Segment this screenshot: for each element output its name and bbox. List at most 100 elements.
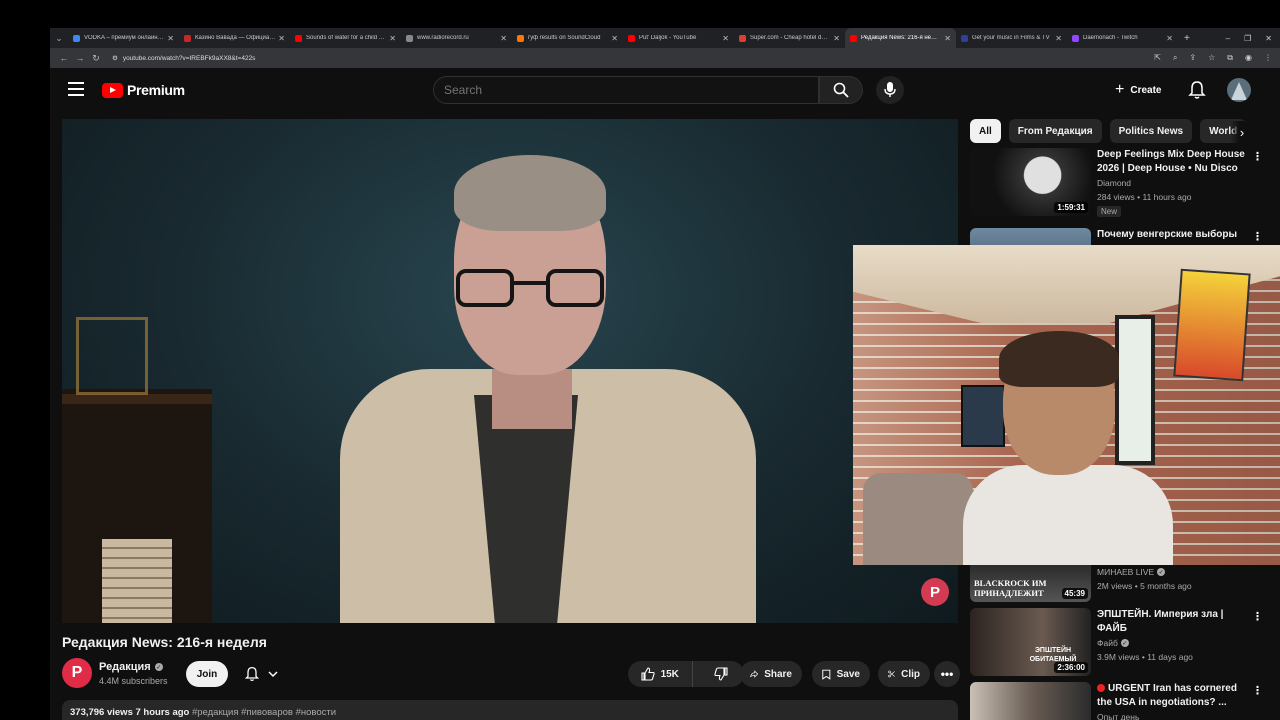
rec-meta: 2M views • 5 months ago xyxy=(1097,581,1192,591)
tab-favicon-icon xyxy=(184,34,191,42)
tab-close-icon[interactable]: ✕ xyxy=(1055,34,1062,43)
forward-icon[interactable]: → xyxy=(72,53,88,63)
browser-tab[interactable]: Редакция News: 216-я не… ✕ xyxy=(845,28,956,48)
rec-thumbnail[interactable]: 1:59:31 xyxy=(970,148,1091,216)
tab-close-icon[interactable]: ✕ xyxy=(833,34,840,43)
filter-chip[interactable]: All xyxy=(970,119,1001,143)
rec-title[interactable]: Deep Feelings Mix Deep House 2026 | Deep… xyxy=(1097,148,1245,176)
recommendation-item[interactable]: ЭПШТЕЙН ОБИТАЕМЫЙ 2:36:00 ЭПШТЕЙН. Импер… xyxy=(970,608,1270,680)
tab-close-icon[interactable]: ✕ xyxy=(1166,34,1173,43)
filter-chip[interactable]: Politics News xyxy=(1109,119,1193,143)
scissors-icon xyxy=(888,670,895,678)
clip-button[interactable]: Clip xyxy=(878,661,930,687)
decor-cube xyxy=(76,317,148,395)
guide-menu-icon[interactable] xyxy=(68,82,84,96)
rec-more-icon[interactable]: ⋮ xyxy=(1252,150,1263,163)
video-player[interactable]: P xyxy=(62,119,958,623)
video-title: Редакция News: 216-я неделя xyxy=(62,634,267,650)
minimize-icon[interactable]: – xyxy=(1226,34,1230,43)
account-avatar[interactable] xyxy=(1227,78,1251,102)
notifications-bell-icon[interactable] xyxy=(1188,80,1206,100)
voice-search-button[interactable] xyxy=(876,76,904,104)
rec-channel[interactable]: Diamond xyxy=(1097,178,1131,188)
tab-close-icon[interactable]: ✕ xyxy=(722,34,729,43)
search-button[interactable] xyxy=(819,76,863,104)
browser-tab[interactable]: гуф results on SoundCloud ✕ xyxy=(512,28,623,48)
rec-title[interactable]: ЭПШТЕЙН. Империя зла | ФАЙБ xyxy=(1097,608,1245,636)
dislike-button[interactable] xyxy=(699,661,745,687)
browser-tab[interactable]: Sounds of water for a child to… ✕ xyxy=(290,28,401,48)
hashtags[interactable]: #редакция #пивоваров #новости xyxy=(192,707,336,718)
rec-channel[interactable]: Файб ✓ xyxy=(1097,638,1129,648)
tab-close-icon[interactable]: ✕ xyxy=(167,34,174,43)
share-page-icon[interactable]: ⇪ xyxy=(1189,53,1196,63)
subscription-bell-button[interactable] xyxy=(236,661,286,687)
browser-tab[interactable]: Get your music in Films & TV ✕ xyxy=(956,28,1067,48)
open-in-app-icon[interactable]: ⇱ xyxy=(1154,53,1161,63)
create-button[interactable]: + Create xyxy=(1107,77,1169,103)
back-icon[interactable]: ← xyxy=(56,53,72,63)
channel-name[interactable]: Редакция ✓ xyxy=(99,661,163,673)
profile-icon[interactable]: ◉ xyxy=(1245,53,1252,63)
search-input[interactable] xyxy=(433,76,819,104)
masthead: Premium + Create xyxy=(50,68,1280,112)
maximize-icon[interactable]: ❐ xyxy=(1244,34,1251,43)
browser-tab[interactable]: Казино Вавада — Официаль… ✕ xyxy=(179,28,290,48)
tab-search-icon[interactable]: ⌄ xyxy=(50,28,68,48)
save-button[interactable]: Save xyxy=(812,661,870,687)
new-tab-icon[interactable]: + xyxy=(1184,33,1190,44)
browser-tab[interactable]: Daemonach - Twitch ✕ xyxy=(1067,28,1178,48)
bookmark-icon xyxy=(822,669,831,680)
rec-channel[interactable]: МИНАЕВ LIVE ✓ xyxy=(1097,567,1166,577)
rec-title[interactable]: URGENT Iran has cornered the USA in nego… xyxy=(1097,682,1245,710)
tab-close-icon[interactable]: ✕ xyxy=(389,34,396,43)
site-info-icon[interactable]: ⚙ xyxy=(112,54,118,62)
browser-menu-icon[interactable]: ⋮ xyxy=(1264,53,1272,63)
verified-icon: ✓ xyxy=(1157,568,1166,576)
share-label: Share xyxy=(764,668,792,680)
rec-more-icon[interactable]: ⋮ xyxy=(1252,684,1263,697)
browser-tab[interactable]: Put' Daljok - YouTube ✕ xyxy=(623,28,734,48)
tab-close-icon[interactable]: ✕ xyxy=(500,34,507,43)
extensions-icon[interactable]: ⧉ xyxy=(1227,53,1233,63)
chevron-right-icon[interactable]: › xyxy=(1230,121,1254,143)
rec-more-icon[interactable]: ⋮ xyxy=(1252,230,1263,243)
tab-close-icon[interactable]: ✕ xyxy=(278,34,285,43)
rec-title[interactable]: Почему венгерские выборы xyxy=(1097,228,1245,242)
zoom-icon[interactable]: ⌕ xyxy=(1173,53,1177,63)
verified-icon: ✓ xyxy=(1120,639,1129,647)
streamer xyxy=(963,331,1173,565)
rec-thumbnail[interactable]: BLACKROCK ИМ ПРИНАДЛЕЖИТ 45:39 xyxy=(970,564,1091,602)
more-actions-button[interactable]: ••• xyxy=(934,661,960,687)
plus-icon: + xyxy=(1115,81,1125,98)
like-button[interactable]: 15K xyxy=(628,661,693,687)
reload-icon[interactable]: ↻ xyxy=(88,53,104,64)
tab-label: VODKA – премиум онлайн-… xyxy=(84,35,165,41)
filter-chip[interactable]: From Редакция xyxy=(1008,119,1102,143)
description-box[interactable]: 373,796 views 7 hours ago #редакция #пив… xyxy=(62,700,958,720)
share-button[interactable]: Share xyxy=(740,661,802,687)
browser-tab[interactable]: Super.com - Cheap hotel dea… ✕ xyxy=(734,28,845,48)
browser-tab[interactable]: VODKA – премиум онлайн-… ✕ xyxy=(68,28,179,48)
tab-close-icon[interactable]: ✕ xyxy=(611,34,618,43)
subscriber-count: 4.4M subscribers xyxy=(99,676,168,686)
youtube-premium-logo[interactable]: Premium xyxy=(102,82,185,98)
browser-tab[interactable]: www.radiorecord.ru ✕ xyxy=(401,28,512,48)
youtube-play-icon xyxy=(102,82,123,98)
tab-close-icon[interactable]: ✕ xyxy=(944,34,951,43)
bookmark-star-icon[interactable]: ☆ xyxy=(1208,53,1215,63)
close-window-icon[interactable]: ✕ xyxy=(1265,34,1272,43)
rec-thumbnail[interactable]: ЭПШТЕЙН ОБИТАЕМЫЙ 2:36:00 xyxy=(970,608,1091,676)
tab-label: Sounds of water for a child to… xyxy=(306,35,387,41)
url-field[interactable]: ⚙ youtube.com/watch?v=IREBFk9aXX8&t=422s xyxy=(112,54,1154,63)
rec-more-icon[interactable]: ⋮ xyxy=(1252,610,1263,623)
channel-avatar[interactable]: P xyxy=(62,658,92,688)
presenter-hair xyxy=(454,155,606,231)
recommendation-item[interactable]: 1:59:31 Deep Feelings Mix Deep House 202… xyxy=(970,148,1270,220)
join-button[interactable]: Join xyxy=(186,661,228,687)
rec-channel[interactable]: Опыт день xyxy=(1097,712,1139,720)
rec-meta: 284 views • 11 hours ago xyxy=(1097,192,1192,202)
channel-watermark[interactable]: P xyxy=(921,578,949,606)
recommendation-item[interactable]: URGENT Iran has cornered the USA in nego… xyxy=(970,682,1270,720)
rec-thumbnail[interactable] xyxy=(970,682,1091,720)
